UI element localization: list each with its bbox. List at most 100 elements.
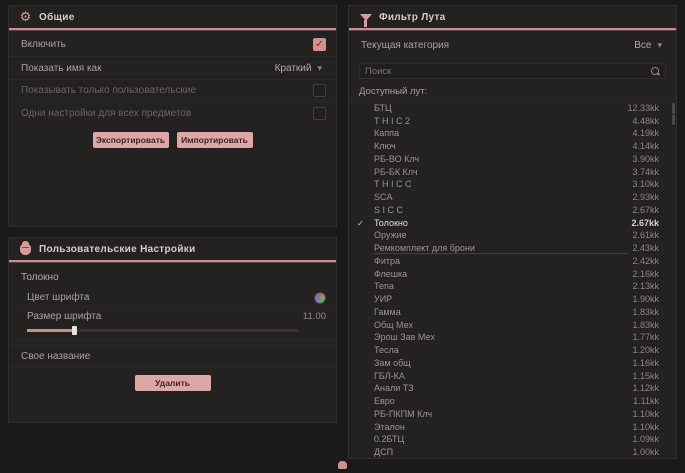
loot-item-name: Фитра bbox=[374, 256, 632, 266]
loot-item-value: 1.00kk bbox=[632, 447, 659, 457]
font-size-slider-wrap bbox=[15, 325, 336, 341]
loot-item-row[interactable]: ✓ РБ-ПКПМ Клч 1.10kk bbox=[349, 408, 676, 421]
category-value: Все bbox=[634, 40, 651, 51]
loot-item-row[interactable]: ✓ Толокно 2.67kk bbox=[349, 217, 676, 230]
custom-name-row[interactable]: Свое название bbox=[9, 345, 336, 367]
search-icon bbox=[650, 66, 660, 76]
loot-item-value: 2.13kk bbox=[632, 281, 659, 291]
loot-item-name: S I С С bbox=[374, 205, 632, 215]
loot-item-name: Т Н I С С bbox=[374, 179, 632, 189]
import-button[interactable]: Импортировать bbox=[177, 132, 253, 148]
loot-item-name: ГБЛ-КА bbox=[374, 371, 632, 381]
search-input[interactable] bbox=[365, 66, 645, 77]
loot-item-name: Общ Мех bbox=[374, 320, 632, 330]
loot-item-row[interactable]: ✓ УИР 1.90kk bbox=[349, 293, 676, 306]
slider-thumb[interactable] bbox=[72, 326, 77, 335]
loot-item-value: 1.83kk bbox=[632, 320, 659, 330]
loot-item-row[interactable]: ✓ Флешка 2.16kk bbox=[349, 268, 676, 281]
loot-item-row[interactable]: ✓ РБ-БК Клч 3.74kk bbox=[349, 166, 676, 179]
loot-item-row[interactable]: ✓ Ключ 4.14kk bbox=[349, 140, 676, 153]
loot-item-value: 2.43kk bbox=[632, 243, 659, 253]
name-mode-value: Краткий bbox=[275, 63, 312, 74]
loot-item-value: 1.09kk bbox=[632, 434, 659, 444]
font-size-slider[interactable] bbox=[27, 329, 299, 332]
general-buttons-row: Экспортировать Импортировать bbox=[9, 132, 336, 148]
loot-item-value: 2.67kk bbox=[631, 218, 659, 228]
loot-item-row[interactable]: ✓ РБ-ВО Клч 3.90kk bbox=[349, 153, 676, 166]
loot-item-row[interactable]: ✓ Т Н I С С 3.10kk bbox=[349, 179, 676, 192]
chevron-down-icon: ▾ bbox=[657, 41, 662, 50]
loot-item-row[interactable]: ✓ Тесла 1.20kk bbox=[349, 344, 676, 357]
loot-item-row[interactable]: ✓ Эрош Зав Мех 1.77kk bbox=[349, 332, 676, 345]
general-panel: ⚙ Общие Включить ✓ Показать имя как Крат… bbox=[8, 5, 337, 227]
loot-item-row[interactable]: ✓ Ремкомплект для брони 2.43kk bbox=[349, 242, 676, 255]
font-color-row: Цвет шрифта bbox=[15, 289, 336, 307]
loot-item-name: РБ-БК Клч bbox=[374, 167, 632, 177]
loot-item-row[interactable]: ✓ ДСП 1.00kk bbox=[349, 446, 676, 458]
loot-item-row[interactable]: ✓ ГБЛ-КА 1.15kk bbox=[349, 370, 676, 383]
loot-item-value: 1.16kk bbox=[632, 358, 659, 368]
loot-item-value: 4.19kk bbox=[632, 128, 659, 138]
slider-fill bbox=[27, 329, 75, 332]
enable-label: Включить bbox=[21, 39, 66, 50]
available-loot-label: Доступный лут: bbox=[349, 79, 676, 101]
loot-item-row[interactable]: ✓ Общ Мех 1.83kk bbox=[349, 319, 676, 332]
general-panel-header: ⚙ Общие bbox=[9, 6, 336, 28]
loot-item-value: 3.90kk bbox=[632, 154, 659, 164]
loot-item-name: Ключ bbox=[374, 141, 632, 151]
name-mode-label: Показать имя как bbox=[21, 63, 101, 74]
resize-handle[interactable] bbox=[338, 461, 347, 469]
loot-item-row[interactable]: ✓ Евро 1.11kk bbox=[349, 395, 676, 408]
loot-item-row[interactable]: ✓ Эталон 1.10kk bbox=[349, 421, 676, 434]
loot-item-name: ДСП bbox=[374, 447, 632, 457]
loot-item-row[interactable]: ✓ Анали ТЗ 1.12kk bbox=[349, 383, 676, 396]
loot-list: ✓ БТЦ 12.33kk ✓ Т Н I С 2 4.48kk ✓ Каппа… bbox=[349, 101, 676, 458]
font-size-value: 11.00 bbox=[303, 311, 326, 322]
enable-checkbox[interactable]: ✓ bbox=[313, 38, 326, 51]
name-mode-row: Показать имя как Краткий ▾ bbox=[9, 57, 336, 80]
loot-item-value: 1.10kk bbox=[632, 422, 659, 432]
loot-item-row[interactable]: ✓ Каппа 4.19kk bbox=[349, 128, 676, 141]
category-label: Текущая категория bbox=[361, 40, 449, 51]
loot-item-value: 1.11kk bbox=[633, 396, 659, 406]
color-wheel-icon[interactable] bbox=[314, 292, 326, 304]
loot-item-row[interactable]: ✓ БТЦ 12.33kk bbox=[349, 102, 676, 115]
general-panel-title: Общие bbox=[39, 12, 75, 23]
user-settings-panel: Пользовательские Настройки Толокно Цвет … bbox=[8, 237, 337, 423]
same-settings-label: Одни настройки для всех предметов bbox=[21, 108, 191, 119]
loot-filter-panel: Фильтр Лута Текущая категория Все ▾ Дост… bbox=[348, 5, 677, 459]
category-dropdown[interactable]: Все ▾ bbox=[630, 38, 666, 53]
loot-item-value: 2.16kk bbox=[632, 269, 659, 279]
loot-item-name: РБ-ВО Клч bbox=[374, 154, 632, 164]
loot-item-row[interactable]: ✓ Зам общ 1.16kk bbox=[349, 357, 676, 370]
loot-item-row[interactable]: ✓ 0.2БТЦ 1.09kk bbox=[349, 434, 676, 447]
export-button[interactable]: Экспортировать bbox=[93, 132, 169, 148]
font-size-row: Размер шрифта 11.00 bbox=[15, 307, 336, 325]
name-mode-dropdown[interactable]: Краткий ▾ bbox=[271, 61, 326, 76]
loot-item-row[interactable]: ✓ Фитра 2.42kk bbox=[349, 255, 676, 268]
loot-item-row[interactable]: ✓ Т Н I С 2 4.48kk bbox=[349, 115, 676, 128]
loot-item-row[interactable]: ✓ Оружие 2.61kk bbox=[349, 230, 676, 243]
loot-item-row[interactable]: ✓ Гамма 1.83kk bbox=[349, 306, 676, 319]
same-settings-checkbox[interactable] bbox=[313, 107, 326, 120]
loot-item-name: Зам общ bbox=[374, 358, 632, 368]
funnel-icon bbox=[359, 11, 372, 24]
loot-item-row[interactable]: ✓ Тепа 2.13kk bbox=[349, 281, 676, 294]
loot-filter-title: Фильтр Лута bbox=[379, 12, 446, 23]
loot-item-value: 2.93kk bbox=[632, 192, 659, 202]
loot-item-row[interactable]: ✓ S I С С 2.67kk bbox=[349, 204, 676, 217]
loot-item-name: Эталон bbox=[374, 422, 632, 432]
delete-button[interactable]: Удалить bbox=[135, 375, 211, 391]
loot-item-value: 3.74kk bbox=[632, 167, 659, 177]
loot-item-name: Ремкомплект для брони bbox=[374, 243, 632, 253]
chevron-down-icon: ▾ bbox=[317, 64, 322, 73]
loot-item-name: Т Н I С 2 bbox=[374, 116, 632, 126]
font-color-label: Цвет шрифта bbox=[27, 292, 89, 303]
user-settings-title: Пользовательские Настройки bbox=[39, 244, 196, 255]
category-row: Текущая категория Все ▾ bbox=[349, 33, 676, 57]
loot-item-row[interactable]: ✓ SCA 2.93kk bbox=[349, 191, 676, 204]
only-custom-checkbox[interactable] bbox=[313, 84, 326, 97]
loot-item-value: 4.14kk bbox=[632, 141, 659, 151]
loot-item-name: Толокно bbox=[374, 218, 631, 228]
loot-item-value: 1.20kk bbox=[632, 345, 659, 355]
